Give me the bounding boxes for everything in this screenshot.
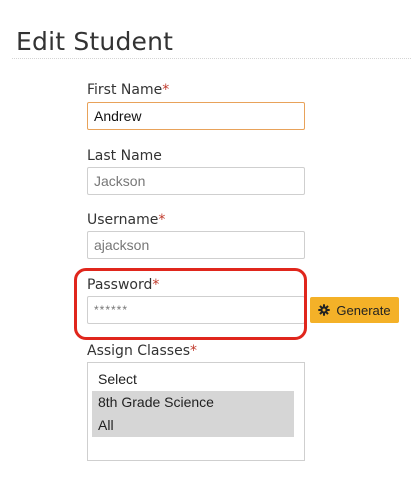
first-name-label: First Name* (87, 82, 169, 98)
username-input[interactable] (87, 231, 305, 259)
password-label-text: Password (87, 277, 153, 293)
generate-button-label: Generate (336, 302, 391, 318)
title-divider (12, 58, 411, 59)
password-input[interactable] (87, 296, 305, 324)
first-name-label-text: First Name (87, 82, 163, 98)
class-option-select[interactable]: Select (92, 368, 294, 391)
page-title: Edit Student (16, 26, 174, 56)
class-option-all[interactable]: All (92, 414, 294, 437)
first-name-input[interactable] (87, 102, 305, 130)
username-label: Username* (87, 212, 165, 228)
username-label-text: Username (87, 212, 159, 228)
gear-icon (318, 304, 331, 316)
required-marker: * (162, 82, 170, 98)
required-marker: * (158, 212, 166, 228)
required-marker: * (190, 343, 198, 359)
last-name-label: Last Name (87, 148, 162, 164)
last-name-input[interactable] (87, 167, 305, 195)
assign-classes-listbox[interactable]: Select 8th Grade Science All (87, 362, 305, 461)
assign-classes-label: Assign Classes* (87, 343, 197, 359)
required-marker: * (152, 277, 160, 293)
last-name-label-text: Last Name (87, 148, 162, 164)
class-option-8th-grade-science[interactable]: 8th Grade Science (92, 391, 294, 414)
generate-password-button[interactable]: Generate (310, 297, 399, 323)
password-label: Password* (87, 277, 159, 293)
assign-classes-label-text: Assign Classes (87, 343, 191, 359)
